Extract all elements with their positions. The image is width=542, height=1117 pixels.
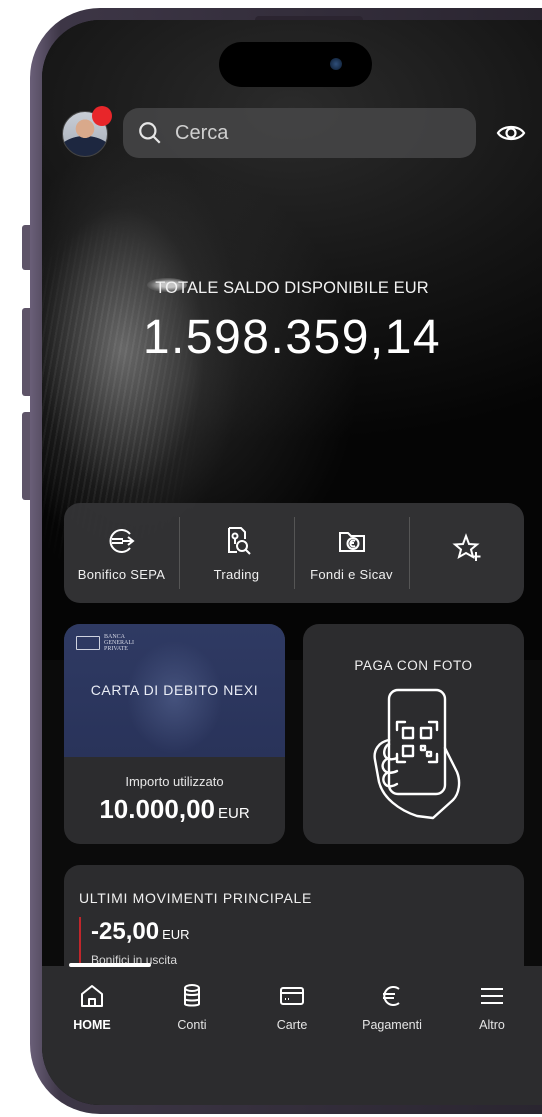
card-image: BANCA GENERALI PRIVATE CARTA DI DEBITO N… [64, 624, 285, 757]
card-name: CARTA DI DEBITO NEXI [90, 682, 259, 698]
used-amount-currency: EUR [218, 805, 250, 822]
euro-transfer-icon [109, 528, 135, 553]
camera-icon [330, 58, 342, 70]
nav-item-altro[interactable]: Altro [442, 982, 542, 1105]
debit-card-tile[interactable]: BANCA GENERALI PRIVATE CARTA DI DEBITO N… [64, 624, 285, 844]
trading-search-icon [227, 526, 251, 555]
used-amount: 10.000,00 EUR [64, 794, 285, 825]
balance-value: 1.598.359,14 [142, 311, 442, 364]
balance-label: TOTALE SALDO DISPONIBILE EUR [155, 279, 429, 297]
recent-movements-title: ULTIMI MOVIMENTI PRINCIPALE [79, 890, 313, 906]
eye-icon [496, 125, 526, 141]
menu-icon [481, 988, 503, 1004]
pay-with-photo-title: PAGA CON FOTO [354, 658, 473, 673]
search-placeholder: Cerca [175, 121, 229, 144]
phone-qr-hand-icon [373, 688, 461, 820]
volume-down-button [22, 412, 30, 500]
mute-switch [22, 225, 30, 270]
home-icon [81, 985, 103, 1007]
movement-currency: EUR [162, 927, 190, 942]
bottom-navigation: HOME Conti Carte Pagamenti Altro [42, 966, 542, 1105]
used-amount-value: 10.000,00 [99, 794, 215, 824]
negative-movement-marker [79, 917, 81, 965]
quick-action-label: Fondi e Sicav [310, 566, 393, 582]
nav-item-conti[interactable]: Conti [142, 982, 242, 1105]
card-icon [280, 987, 304, 1005]
nav-item-carte[interactable]: Carte [242, 982, 342, 1105]
toggle-balance-visibility-button[interactable] [494, 118, 528, 148]
used-amount-label: Importo utilizzato [125, 774, 224, 789]
quick-actions-bar: Bonifico SEPA Trading Fondi e Sicav [64, 503, 524, 603]
quick-action-fondi-sicav[interactable]: Fondi e Sicav [294, 503, 409, 603]
coins-stack-icon [184, 984, 200, 1007]
nav-label: Carte [276, 1018, 308, 1032]
scroll-indicator [69, 963, 151, 967]
pay-with-photo-tile[interactable]: PAGA CON FOTO [303, 624, 524, 844]
nav-label: Conti [177, 1018, 207, 1032]
volume-up-button [22, 308, 30, 396]
bank-logo: BANCA GENERALI PRIVATE [76, 634, 134, 652]
nav-label: HOME [73, 1018, 111, 1032]
quick-action-bonifico-sepa[interactable]: Bonifico SEPA [64, 503, 179, 603]
nav-label: Pagamenti [362, 1018, 422, 1032]
add-favorite-star-icon [451, 533, 480, 561]
quick-action-label: Trading [213, 566, 260, 582]
lion-logo-icon [76, 636, 100, 650]
bank-logo-text: BANCA GENERALI PRIVATE [104, 634, 134, 652]
search-icon [139, 122, 161, 144]
euro-icon [383, 986, 400, 1006]
quick-action-label: Bonifico SEPA [77, 566, 166, 582]
search-bar[interactable]: Cerca [123, 108, 476, 158]
quick-action-trading[interactable]: Trading [179, 503, 294, 603]
nav-label: Altro [479, 1018, 505, 1032]
nav-item-pagamenti[interactable]: Pagamenti [342, 982, 442, 1105]
euro-folder-icon [338, 531, 365, 552]
app-screen: Cerca TOTALE SALDO DISPONIBILE EUR 1.598… [42, 20, 542, 1105]
nav-item-home[interactable]: HOME [42, 982, 142, 1105]
notification-badge [92, 106, 112, 126]
recent-movements-card[interactable]: ULTIMI MOVIMENTI PRINCIPALE -25,00 EUR Bo… [64, 865, 524, 975]
dynamic-island [219, 42, 372, 87]
movement-amount: -25,00 EUR [91, 918, 190, 946]
movement-amount-value: -25,00 [91, 918, 160, 945]
quick-action-add-favorite[interactable] [409, 503, 524, 603]
